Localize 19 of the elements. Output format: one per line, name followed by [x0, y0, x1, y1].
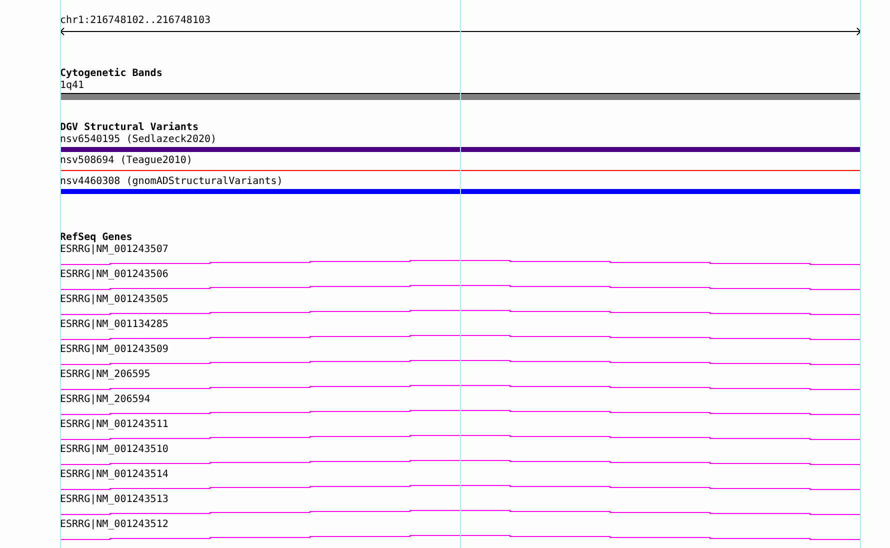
gene-label: ESRRG|NM_001243510 [60, 444, 168, 456]
gene-label: ESRRG|NM_001243513 [60, 494, 168, 506]
gene-label: ESRRG|NM_001243505 [60, 294, 168, 306]
track-title: Cytogenetic Bands [60, 68, 162, 80]
gene-label: ESRRG|NM_001243506 [60, 269, 168, 281]
variant-label: nsv6540195 (Sedlazeck2020) [60, 134, 217, 146]
variant-label: nsv508694 (Teague2010) [60, 155, 192, 167]
band-label: 1q41 [60, 80, 84, 92]
gene-label: ESRRG|NM_001243514 [60, 469, 168, 481]
gene-label: ESRRG|NM_001243512 [60, 519, 168, 531]
gene-label: ESRRG|NM_001134285 [60, 319, 168, 331]
track-title: RefSeq Genes [60, 232, 132, 244]
variant-label: nsv4460308 (gnomADStructuralVariants) [60, 176, 283, 188]
gene-label: ESRRG|NM_001243509 [60, 344, 168, 356]
gene-label: ESRRG|NM_206595 [60, 369, 150, 381]
gene-label: ESRRG|NM_001243511 [60, 419, 168, 431]
gene-label: ESRRG|NM_001243507 [60, 244, 168, 256]
gene-label: ESRRG|NM_206594 [60, 394, 150, 406]
coordinate-label: chr1:216748102..216748103 [60, 15, 211, 27]
